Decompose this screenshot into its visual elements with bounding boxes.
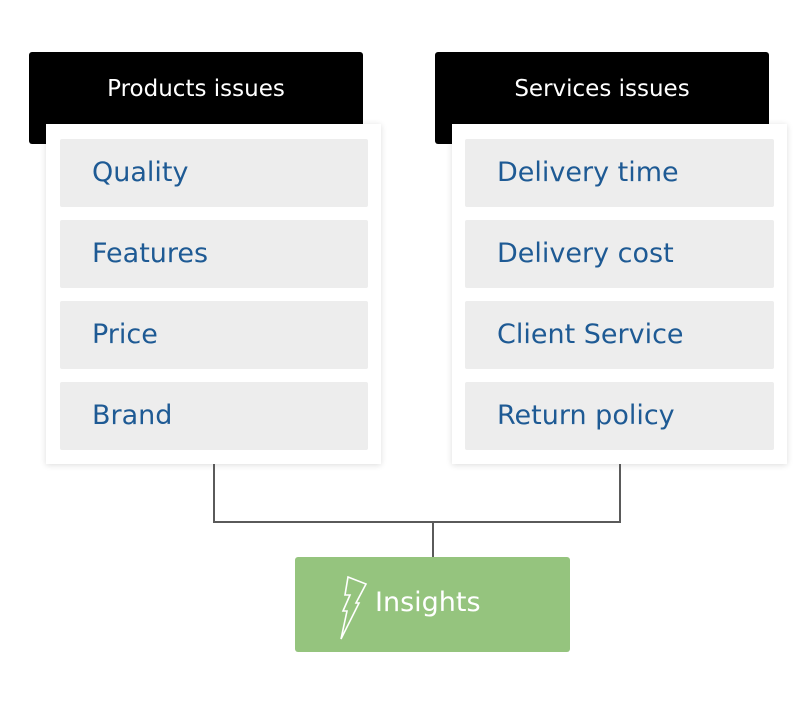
connector-horizontal [213, 521, 621, 523]
list-item-price: Price [60, 301, 368, 369]
insights-label: Insights [375, 587, 481, 618]
connector-right-vertical [619, 464, 621, 522]
list-item-return-policy: Return policy [465, 382, 774, 450]
list-item-quality: Quality [60, 139, 368, 207]
insights-box: Insights [295, 557, 570, 652]
list-item-delivery-time: Delivery time [465, 139, 774, 207]
list-item-delivery-cost: Delivery cost [465, 220, 774, 288]
connector-center-vertical [432, 521, 434, 557]
list-item-features: Features [60, 220, 368, 288]
services-issues-title: Services issues [514, 76, 690, 102]
connector-left-vertical [213, 464, 215, 522]
list-item-client-service: Client Service [465, 301, 774, 369]
lightning-bolt-icon [340, 575, 368, 640]
list-item-brand: Brand [60, 382, 368, 450]
products-issues-title: Products issues [107, 76, 285, 102]
